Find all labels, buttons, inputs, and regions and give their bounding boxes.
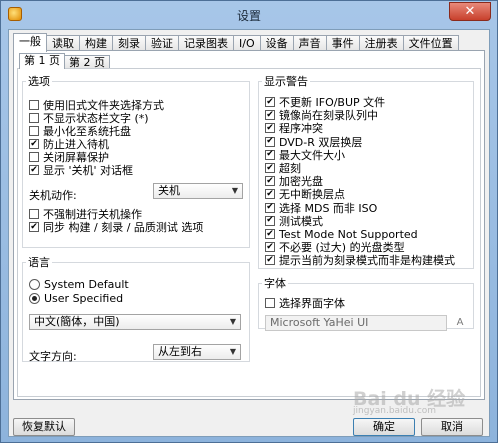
radio-dot [32,295,37,301]
chevron-down-icon: ▼ [229,317,236,326]
warning-option[interactable]: ✔ 测试模式 [265,214,323,228]
ok-button[interactable]: 确定 [353,418,415,436]
warning-option[interactable]: ✔ 选择 MDS 而非 ISO [265,202,377,215]
restore-defaults-button[interactable]: 恢复默认 [13,418,75,436]
warning-option[interactable]: ✔ 加密光盘 [265,175,323,188]
main-tabs: 一般 读取 构建 刻录 验证 记录图表 I/O 设备 声音 事件 注册表 文件位… [13,33,459,52]
options-group-title: 选项 [28,75,50,88]
option-label: 选择界面字体 [279,297,345,310]
warning-option[interactable]: ✔ 不更新 IFO/BUP 文件 [265,96,385,109]
font-picker-icon[interactable]: A [453,316,467,330]
radio-button[interactable] [29,278,40,290]
tab-general[interactable]: 一般 [13,33,47,52]
dialog-client: 一般 读取 构建 刻录 验证 记录图表 I/O 设备 声音 事件 注册表 文件位… [8,29,490,437]
checkbox[interactable]: ✔ [29,165,39,175]
radio-label: User Specified [44,291,124,305]
checkbox[interactable] [29,209,39,219]
text-direction-value: 从左到右 [158,345,202,358]
option-sync-test-options[interactable]: ✔ 同步 构建 / 刻录 / 品质测试 选项 [29,221,204,234]
watermark-url: jingyan.baidu.com [353,406,437,416]
checkbox[interactable] [29,113,39,123]
font-name-field[interactable]: Microsoft YaHei UI [265,315,447,331]
shutdown-action-value: 关机 [158,184,180,197]
checkbox[interactable]: ✔ [265,242,275,253]
checkbox[interactable]: ✔ [265,202,275,213]
warning-option[interactable]: ✔ Test Mode Not Supported [265,228,418,241]
checkbox[interactable] [29,126,39,136]
radio-user-specified[interactable]: User Specified [29,291,124,305]
language-value: 中文(簡体，中国) [34,315,120,328]
general-tab-panel: 第 1 页 第 2 页 选项 使用旧式文件夹选择方式 不显示状态栏文字 (*) … [13,50,485,400]
checkbox[interactable]: ✔ [265,149,275,160]
font-group: 字体 选择界面字体 Microsoft YaHei UI A [258,275,474,331]
cancel-button[interactable]: 取消 [421,418,483,436]
checkbox[interactable]: ✔ [265,215,275,226]
option-show-shutdown-dialog[interactable]: ✔ 显示 '关机' 对话框 [29,164,134,177]
chevron-down-icon: ▼ [231,186,238,195]
page-tabs: 第 1 页 第 2 页 [19,53,110,69]
text-direction-select[interactable]: 从左到右 ▼ [153,344,241,360]
warning-option[interactable]: ✔ DVD-R 双层换层 [265,136,362,149]
warnings-group: 显示警告 ✔ 不更新 IFO/BUP 文件 ✔ 镜像尚在刻录队列中 ✔ 程序冲突 ✔ DVD-… [258,73,474,269]
checkbox[interactable]: ✔ [265,163,275,173]
language-group-title: 语言 [28,256,50,269]
warning-option[interactable]: ✔ 超刻 [265,162,301,175]
checkbox[interactable]: ✔ [265,255,275,266]
radio-label: System Default [44,277,129,291]
option-select-ui-font[interactable]: 选择界面字体 [265,297,345,310]
language-select[interactable]: 中文(簡体，中国) ▼ [29,314,241,330]
radio-button[interactable] [29,292,40,304]
text-direction-label: 文字方向: [29,350,77,363]
warning-option[interactable]: ✔ 最大文件大小 [265,149,345,162]
checkbox[interactable] [265,298,275,308]
page-1-panel: 选项 使用旧式文件夹选择方式 不显示状态栏文字 (*) 最小化至系统托盘 ✔ 防止… [17,68,481,397]
warning-option[interactable]: ✔ 无中断换层点 [265,188,345,201]
checkbox[interactable]: ✔ [265,176,275,187]
close-button[interactable]: ✕ [449,2,491,21]
warnings-group-title: 显示警告 [264,75,308,88]
checkbox[interactable] [29,100,39,110]
tab-page-2[interactable]: 第 2 页 [64,55,110,69]
warning-option[interactable]: ✔ 不必要 (过大) 的光盘类型 [265,241,405,254]
checkbox[interactable]: ✔ [29,139,39,149]
title-bar[interactable]: 设置 ✕ [1,1,497,29]
warning-option[interactable]: ✔ 提示当前为刻录模式而非是构建模式 [265,254,455,268]
warning-option[interactable]: ✔ 镜像尚在刻录队列中 [265,109,378,122]
checkbox[interactable]: ✔ [265,97,275,107]
option-label: 测试模式 [279,214,323,228]
checkbox[interactable]: ✔ [265,110,275,121]
shutdown-action-label: 关机动作: [29,189,77,202]
checkbox[interactable] [29,152,39,162]
settings-window: 设置 ✕ 一般 读取 构建 刻录 验证 记录图表 I/O 设备 声音 事件 注册… [0,0,498,443]
checkbox[interactable]: ✔ [265,136,275,147]
option-label: 同步 构建 / 刻录 / 品质测试 选项 [43,221,204,234]
option-label: 提示当前为刻录模式而非是构建模式 [279,254,455,268]
checkbox[interactable]: ✔ [265,123,275,134]
option-label: 显示 '关机' 对话框 [43,164,134,177]
checkbox[interactable]: ✔ [265,189,275,200]
warning-option[interactable]: ✔ 程序冲突 [265,122,323,135]
radio-system-default[interactable]: System Default [29,277,129,291]
options-group: 选项 使用旧式文件夹选择方式 不显示状态栏文字 (*) 最小化至系统托盘 ✔ 防止… [22,73,250,248]
tab-page-1[interactable]: 第 1 页 [19,53,65,69]
window-title: 设置 [236,9,261,23]
checkbox[interactable]: ✔ [29,222,39,232]
shutdown-action-select[interactable]: 关机 ▼ [153,183,243,199]
font-group-title: 字体 [264,277,286,290]
chevron-down-icon: ▼ [229,347,236,356]
checkbox[interactable]: ✔ [265,229,275,239]
language-group: 语言 System Default User Specified 中文(簡体，中… [22,254,250,363]
